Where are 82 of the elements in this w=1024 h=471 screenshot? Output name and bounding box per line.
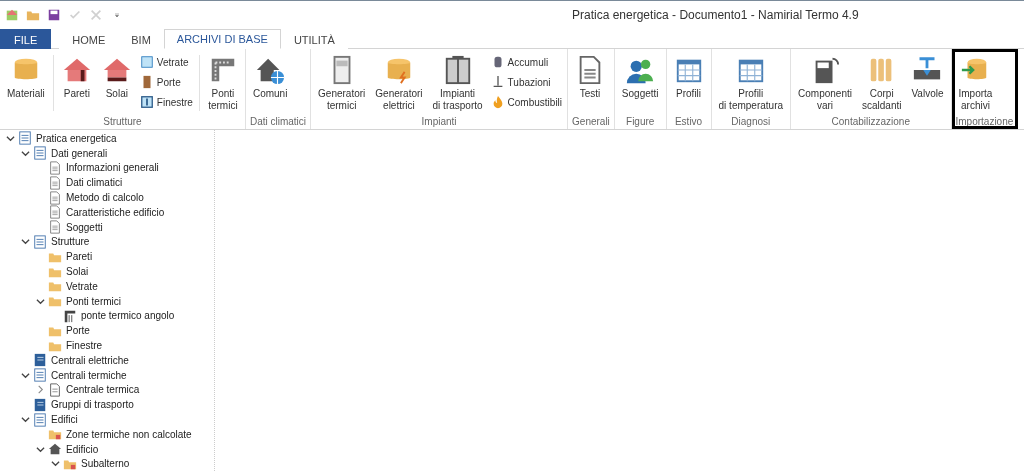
tree-item[interactable]: Edificio [66,443,99,455]
document-icon [48,161,62,175]
document-icon [48,175,62,190]
ribbon-small-button[interactable]: Vetrate [137,53,195,71]
tree-item[interactable]: Edifici [51,414,78,426]
dropdown-icon [113,10,121,19]
window-icon [139,95,154,109]
ribbon-button[interactable]: Testi [571,53,610,102]
group-label: Diagnosi [730,115,772,129]
ribbon-button[interactable]: Soggetti [617,53,663,102]
group-label: Strutture [102,115,143,129]
group-label: Generali [571,115,611,129]
book-icon [33,353,47,368]
ribbon-button[interactable]: Componenti vari [794,53,856,114]
house-icon [48,442,62,457]
group-label: Impianti [420,115,458,129]
tree-item[interactable]: Dati climatici [66,177,123,189]
tree-item[interactable]: Dati generali [51,147,108,159]
list-icon [33,234,47,249]
chevron-down-icon [20,415,30,425]
ribbon-button[interactable]: Valvole [907,53,948,102]
chevron-right-icon [35,385,45,395]
save-icon [47,7,61,22]
document-icon [48,382,62,397]
tree-item[interactable]: Ponti termici [66,295,121,307]
ribbon-button[interactable]: Pareti [57,53,96,102]
tree-item[interactable]: Finestre [66,340,103,352]
tree-item[interactable]: Metodo di calcolo [66,192,144,204]
tree-item[interactable]: Pratica energetica [36,132,117,144]
ribbon-button[interactable]: Corpi scaldanti [857,53,906,114]
book-icon [33,397,47,412]
file-menu-tab[interactable]: FILE [0,29,52,49]
tree-item[interactable]: Soggetti [66,221,103,233]
tree-item[interactable]: Centrali elettriche [51,354,129,366]
ribbon-button[interactable]: Impianti di trasporto [428,53,487,114]
group-label: Figure [625,115,656,129]
tree-item[interactable]: Porte [66,325,90,337]
tree-item[interactable]: Subalterno [81,458,130,470]
ribbon-button[interactable]: Solai [97,53,136,102]
group-label: Importazione [954,115,1015,129]
ribbon-button[interactable]: Generatori termici [314,53,370,114]
group-label: Contabilizzazione [830,115,911,129]
tree-item[interactable]: Vetrate [66,280,98,292]
ribbon-button[interactable]: Profili di temperatura [714,53,788,114]
group-label: Dati climatici [248,115,308,129]
ribbon-button[interactable]: Materiali [3,53,49,102]
tree-item[interactable]: Zone termiche non calcolate [66,428,192,440]
tree-item[interactable]: Solai [66,266,89,278]
ribbon-button[interactable]: Comuni [248,53,292,102]
tree-item[interactable]: Caratteristiche edificio [66,206,165,218]
corner-icon [63,308,77,323]
list-icon [33,146,47,161]
group-label: Estivo [673,115,704,129]
ribbon-small-button[interactable]: Porte [137,73,195,91]
chevron-down-icon [35,296,45,306]
tree-item[interactable]: Strutture [51,236,90,248]
tree-item[interactable]: Centrali termiche [51,369,127,381]
ribbon-small-button[interactable]: Accumuli [488,53,565,71]
ribbon-button[interactable]: Profili [669,53,708,102]
tree-item[interactable]: ponte termico angolo [81,310,175,322]
ribbon-button[interactable]: Generatori elettrici [371,53,427,114]
chevron-down-icon [20,370,30,380]
tree-item[interactable]: Pareti [66,251,93,263]
document-icon [48,220,62,235]
tree-item[interactable]: Informazioni generali [66,162,159,174]
list-icon [33,412,47,427]
tree-item[interactable]: Gruppi di trasporto [51,399,134,411]
ribbon-button[interactable]: Importa archivi [954,53,997,114]
list-icon [33,368,47,383]
document-icon [48,205,62,220]
close-icon [89,7,103,22]
ribbon-tab[interactable]: ARCHIVI DI BASE [163,29,281,49]
app-logo-icon [5,7,19,22]
ribbon-small-button[interactable]: Combustibili [488,93,565,111]
chevron-down-icon [20,237,30,247]
ribbon-small-button[interactable]: Tubazioni [488,73,565,91]
tree-item[interactable]: Centrale termica [66,384,140,396]
window-title: Pratica energetica - Documento1 - Namirial Termo 4.9 [572,7,859,22]
ribbon-small-button[interactable]: Finestre [137,93,195,111]
ribbon-button[interactable]: Ponti termici [203,53,242,114]
document-icon [48,190,62,205]
window-icon [139,55,154,69]
